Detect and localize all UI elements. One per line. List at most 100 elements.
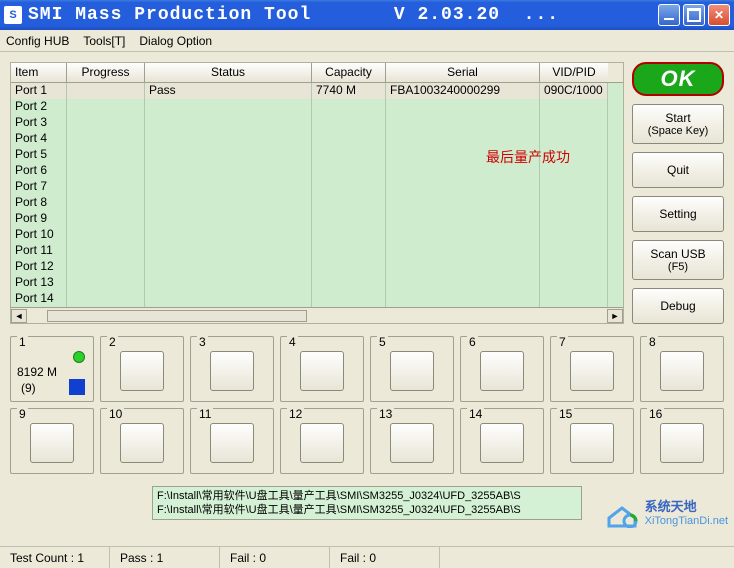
slot-number: 1 <box>17 335 28 349</box>
table-row[interactable]: Port 3 <box>11 115 623 131</box>
quit-button[interactable]: Quit <box>632 152 724 188</box>
scan-label: Scan USB <box>650 247 705 261</box>
slot-9[interactable]: 9 <box>10 408 94 474</box>
slot-14[interactable]: 14 <box>460 408 544 474</box>
slot-button[interactable] <box>210 351 254 391</box>
slot-number: 5 <box>377 335 388 349</box>
slot-15[interactable]: 15 <box>550 408 634 474</box>
main-area: 最后量产成功 Item Progress Status Capacity Ser… <box>0 52 734 546</box>
table-row[interactable]: Port 9 <box>11 211 623 227</box>
slot-button[interactable] <box>300 423 344 463</box>
table-row[interactable]: Port 7 <box>11 179 623 195</box>
minimize-button[interactable] <box>658 4 680 26</box>
col-header-progress[interactable]: Progress <box>67 63 145 82</box>
path-line: F:\Install\常用软件\U盘工具\量产工具\SMI\SM3255_J03… <box>157 503 577 517</box>
slot-button[interactable] <box>390 423 434 463</box>
slot-11[interactable]: 11 <box>190 408 274 474</box>
table-row[interactable]: Port 14 <box>11 291 623 307</box>
slot-button[interactable] <box>570 351 614 391</box>
slot-number: 16 <box>647 407 664 421</box>
menu-tools[interactable]: Tools[T] <box>83 34 125 48</box>
cell-item: Port 4 <box>11 131 67 147</box>
table-row[interactable]: Port 13 <box>11 275 623 291</box>
slot-13[interactable]: 13 <box>370 408 454 474</box>
cell-item: Port 3 <box>11 115 67 131</box>
slot-button[interactable] <box>570 423 614 463</box>
cell-vidpid: 090C/1000 <box>540 83 608 99</box>
table-row[interactable]: Port 1 Pass 7740 M FBA1003240000299 090C… <box>11 83 623 99</box>
col-header-vidpid[interactable]: VID/PID <box>540 63 608 82</box>
slot-8[interactable]: 8 <box>640 336 724 402</box>
start-sublabel: (Space Key) <box>648 125 709 137</box>
slot-number: 11 <box>197 407 213 421</box>
col-header-item[interactable]: Item <box>11 63 67 82</box>
slot-button[interactable] <box>480 423 524 463</box>
close-button[interactable] <box>708 4 730 26</box>
table-row[interactable]: Port 4 <box>11 131 623 147</box>
watermark: 系统天地 XiTongTianDi.net <box>605 494 728 528</box>
slot-16[interactable]: 16 <box>640 408 724 474</box>
scroll-track[interactable] <box>27 309 607 323</box>
table-row[interactable]: Port 6 <box>11 163 623 179</box>
table-row[interactable]: Port 5 <box>11 147 623 163</box>
port-table: Item Progress Status Capacity Serial VID… <box>10 62 624 324</box>
slot-12[interactable]: 12 <box>280 408 364 474</box>
menu-config-hub[interactable]: Config HUB <box>6 34 69 48</box>
cell-item: Port 6 <box>11 163 67 179</box>
debug-button[interactable]: Debug <box>632 288 724 324</box>
slot-button[interactable] <box>660 423 704 463</box>
side-panel: OK Start (Space Key) Quit Setting Scan U… <box>632 62 724 324</box>
scroll-right-button[interactable]: ► <box>607 309 623 323</box>
slot-5[interactable]: 5 <box>370 336 454 402</box>
start-label: Start <box>665 111 690 125</box>
slot-number: 2 <box>107 335 118 349</box>
maximize-button[interactable] <box>683 4 705 26</box>
path-textbox[interactable]: F:\Install\常用软件\U盘工具\量产工具\SMI\SM3255_J03… <box>152 486 582 520</box>
table-row[interactable]: Port 10 <box>11 227 623 243</box>
scan-usb-button[interactable]: Scan USB (F5) <box>632 240 724 280</box>
slot-1[interactable]: 1 8192 M (9) <box>10 336 94 402</box>
slot-10[interactable]: 10 <box>100 408 184 474</box>
slot-button[interactable] <box>30 423 74 463</box>
table-row[interactable]: Port 8 <box>11 195 623 211</box>
start-button[interactable]: Start (Space Key) <box>632 104 724 144</box>
col-header-status[interactable]: Status <box>145 63 312 82</box>
cell-serial: FBA1003240000299 <box>386 83 540 99</box>
watermark-url: XiTongTianDi.net <box>645 515 728 527</box>
slot-2[interactable]: 2 <box>100 336 184 402</box>
slot-number: 3 <box>197 335 208 349</box>
slot-grid: 1 8192 M (9) 2 3 4 5 6 7 8 9 10 11 12 13… <box>10 336 724 474</box>
table-row[interactable]: Port 12 <box>11 259 623 275</box>
slot-6[interactable]: 6 <box>460 336 544 402</box>
slot-4[interactable]: 4 <box>280 336 364 402</box>
slot-button[interactable] <box>390 351 434 391</box>
slot-7[interactable]: 7 <box>550 336 634 402</box>
watermark-icon <box>605 494 639 528</box>
cell-item: Port 13 <box>11 275 67 291</box>
slot-button[interactable] <box>480 351 524 391</box>
status-bar: Test Count : 1 Pass : 1 Fail : 0 Fail : … <box>0 546 734 568</box>
col-header-serial[interactable]: Serial <box>386 63 540 82</box>
setting-button[interactable]: Setting <box>632 196 724 232</box>
scroll-left-button[interactable]: ◄ <box>11 309 27 323</box>
cell-progress <box>67 83 145 99</box>
scroll-thumb[interactable] <box>47 310 307 322</box>
cell-item: Port 11 <box>11 243 67 259</box>
slot-button[interactable] <box>210 423 254 463</box>
slot-number: 7 <box>557 335 568 349</box>
table-row[interactable]: Port 2 <box>11 99 623 115</box>
slot-button[interactable] <box>120 351 164 391</box>
slot-button[interactable] <box>120 423 164 463</box>
table-header-row: Item Progress Status Capacity Serial VID… <box>11 63 623 83</box>
table-row[interactable]: Port 11 <box>11 243 623 259</box>
slot-capacity: 8192 M <box>17 365 57 379</box>
slot-button[interactable] <box>300 351 344 391</box>
col-header-capacity[interactable]: Capacity <box>312 63 386 82</box>
status-square-icon <box>69 379 85 395</box>
horizontal-scrollbar[interactable]: ◄ ► <box>11 307 623 323</box>
cell-item: Port 7 <box>11 179 67 195</box>
slot-button[interactable] <box>660 351 704 391</box>
slot-3[interactable]: 3 <box>190 336 274 402</box>
cell-item: Port 14 <box>11 291 67 307</box>
menu-dialog-option[interactable]: Dialog Option <box>139 34 212 48</box>
